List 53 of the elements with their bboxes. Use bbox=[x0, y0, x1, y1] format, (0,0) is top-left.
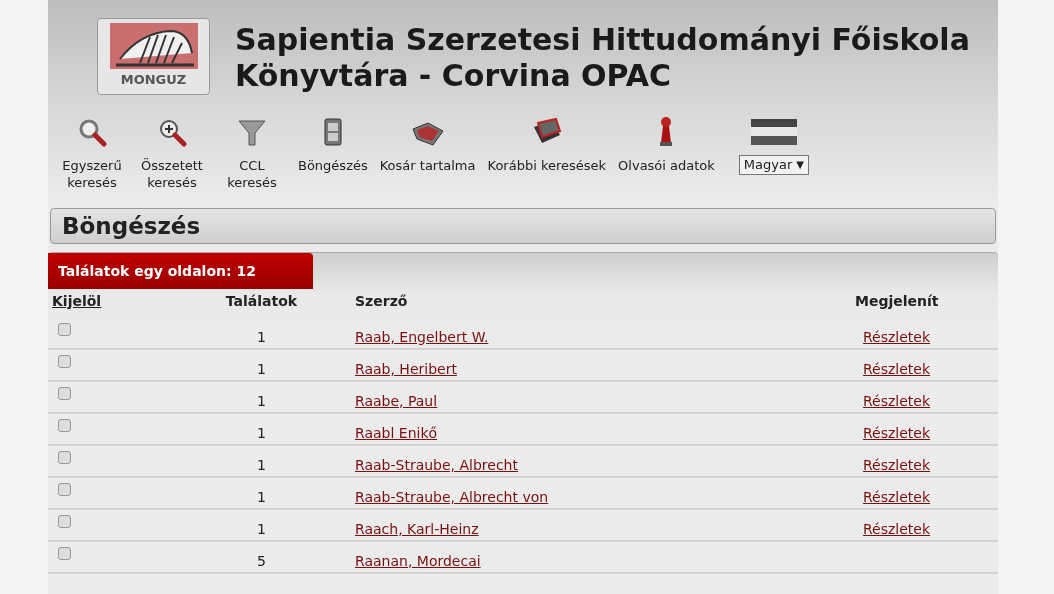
toolbar-link[interactable]: Böngészés bbox=[298, 157, 368, 174]
author-link[interactable]: Raabl Enikő bbox=[355, 424, 438, 441]
column-header: Szerző bbox=[355, 292, 408, 309]
drawer-icon[interactable] bbox=[321, 117, 344, 147]
details-link[interactable]: Részletek bbox=[863, 520, 931, 537]
checkbox[interactable] bbox=[58, 547, 71, 560]
details-link[interactable]: Részletek bbox=[863, 328, 931, 345]
toolbar-link[interactable]: Korábbi keresések bbox=[487, 157, 607, 174]
toolbar-link[interactable]: Összetett keresés bbox=[141, 157, 203, 191]
details-link[interactable]: Részletek bbox=[863, 360, 931, 377]
funnel-icon[interactable] bbox=[237, 117, 267, 147]
logo-icon bbox=[109, 23, 198, 71]
toolbar-link[interactable]: Kosár tartalma bbox=[379, 157, 476, 174]
details-link[interactable]: Részletek bbox=[863, 424, 931, 441]
toolbar-link[interactable]: CCL keresés bbox=[227, 157, 277, 191]
basket-icon[interactable] bbox=[410, 121, 445, 147]
toolbar-link[interactable]: Olvasói adatok bbox=[618, 157, 715, 174]
column-header: Találatok bbox=[225, 292, 298, 309]
page-heading: Böngészés bbox=[50, 208, 996, 244]
author-link[interactable]: Raabe, Paul bbox=[355, 392, 438, 409]
hit-count: 1 bbox=[257, 424, 266, 441]
checkbox[interactable] bbox=[58, 483, 71, 496]
flag-icon[interactable] bbox=[750, 117, 797, 147]
details-link[interactable]: Részletek bbox=[863, 456, 931, 473]
site-title: Sapientia Szerzetesi Hittudományi Főiskola Könyvtára - Corvina OPAC bbox=[235, 22, 970, 94]
hit-count: 1 bbox=[257, 456, 266, 473]
author-link[interactable]: Raab-Straube, Albrecht von bbox=[355, 488, 549, 505]
author-link[interactable]: Raanan, Mordecai bbox=[355, 552, 481, 569]
hit-count: 1 bbox=[257, 360, 266, 377]
zoom-in-icon[interactable] bbox=[157, 117, 187, 147]
hit-count: 1 bbox=[257, 488, 266, 505]
details-link[interactable]: Részletek bbox=[863, 392, 931, 409]
search-icon[interactable] bbox=[77, 117, 107, 147]
author-link[interactable]: Raab-Straube, Albrecht bbox=[355, 456, 518, 473]
hit-count: 1 bbox=[257, 328, 266, 345]
language-select[interactable]: Magyar ▼ bbox=[738, 155, 809, 175]
checkbox[interactable] bbox=[58, 323, 71, 336]
checkbox[interactable] bbox=[58, 515, 71, 528]
author-link[interactable]: Raab, Engelbert W. bbox=[355, 328, 489, 345]
hit-count: 1 bbox=[257, 520, 266, 537]
checkbox[interactable] bbox=[58, 419, 71, 432]
author-link[interactable]: Raach, Karl-Heinz bbox=[355, 520, 479, 537]
checkbox[interactable] bbox=[58, 387, 71, 400]
select-all-link[interactable]: Kijelöl bbox=[52, 292, 102, 309]
column-header: Megjelenít bbox=[855, 292, 939, 309]
hit-count: 1 bbox=[257, 392, 266, 409]
author-link[interactable]: Raab, Heribert bbox=[355, 360, 457, 377]
hit-count: 5 bbox=[257, 552, 266, 569]
details-link[interactable]: Részletek bbox=[863, 488, 931, 505]
toolbar-link[interactable]: Egyszerű keresés bbox=[62, 157, 122, 191]
logo-text: MONGUZ bbox=[120, 73, 187, 86]
checkbox[interactable] bbox=[58, 451, 71, 464]
checkbox[interactable] bbox=[58, 355, 71, 368]
